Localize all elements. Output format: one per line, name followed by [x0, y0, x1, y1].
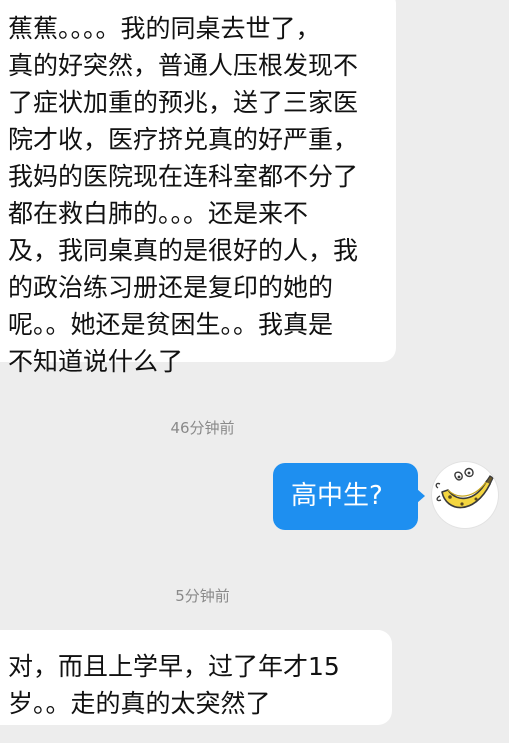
- message-line: 院才收，医疗挤兑真的好严重，: [8, 125, 359, 154]
- message-line: 岁。。走的真的太突然了: [8, 689, 271, 718]
- message-line: 不知道说什么了: [8, 347, 184, 376]
- incoming-message-bubble[interactable]: 蕉蕉。。。。我的同桌去世了， 真的好突然，普通人压根发现不 了症状加重的预兆，送…: [0, 0, 396, 376]
- outgoing-message-bubble[interactable]: 高中生?: [273, 463, 425, 530]
- message-line: 对，而且上学早，过了年才15: [8, 652, 340, 681]
- message-line: 了症状加重的预兆，送了三家医: [8, 88, 359, 117]
- banana-avatar-graphic: [435, 467, 494, 509]
- banana-avatar-icon[interactable]: [432, 462, 498, 528]
- message-text: 对，而且上学早，过了年才15 岁。。走的真的太突然了: [8, 648, 382, 722]
- message-line: 呢。。她还是贫困生。。我真是: [8, 310, 334, 339]
- message-line: 真的好突然，普通人压根发现不: [8, 51, 359, 80]
- message-line: 及，我同桌真的是很好的人，我: [8, 236, 359, 265]
- message-line: 都在救白肺的。。。还是来不: [8, 199, 309, 228]
- message-text: 高中生?: [291, 481, 383, 511]
- incoming-message-bubble[interactable]: 对，而且上学早，过了年才15 岁。。走的真的太突然了: [0, 630, 392, 725]
- message-timestamp: 46分钟前: [170, 419, 235, 437]
- message-line: 我妈的医院现在连科室都不分了: [8, 162, 359, 191]
- message-text: 蕉蕉。。。。我的同桌去世了， 真的好突然，普通人压根发现不 了症状加重的预兆，送…: [8, 10, 386, 380]
- message-timestamp: 5分钟前: [175, 587, 230, 605]
- message-line: 蕉蕉。。。。我的同桌去世了，: [8, 14, 321, 43]
- message-line: 的政治练习册还是复印的她的: [8, 273, 334, 302]
- bubble-tail: [417, 489, 425, 503]
